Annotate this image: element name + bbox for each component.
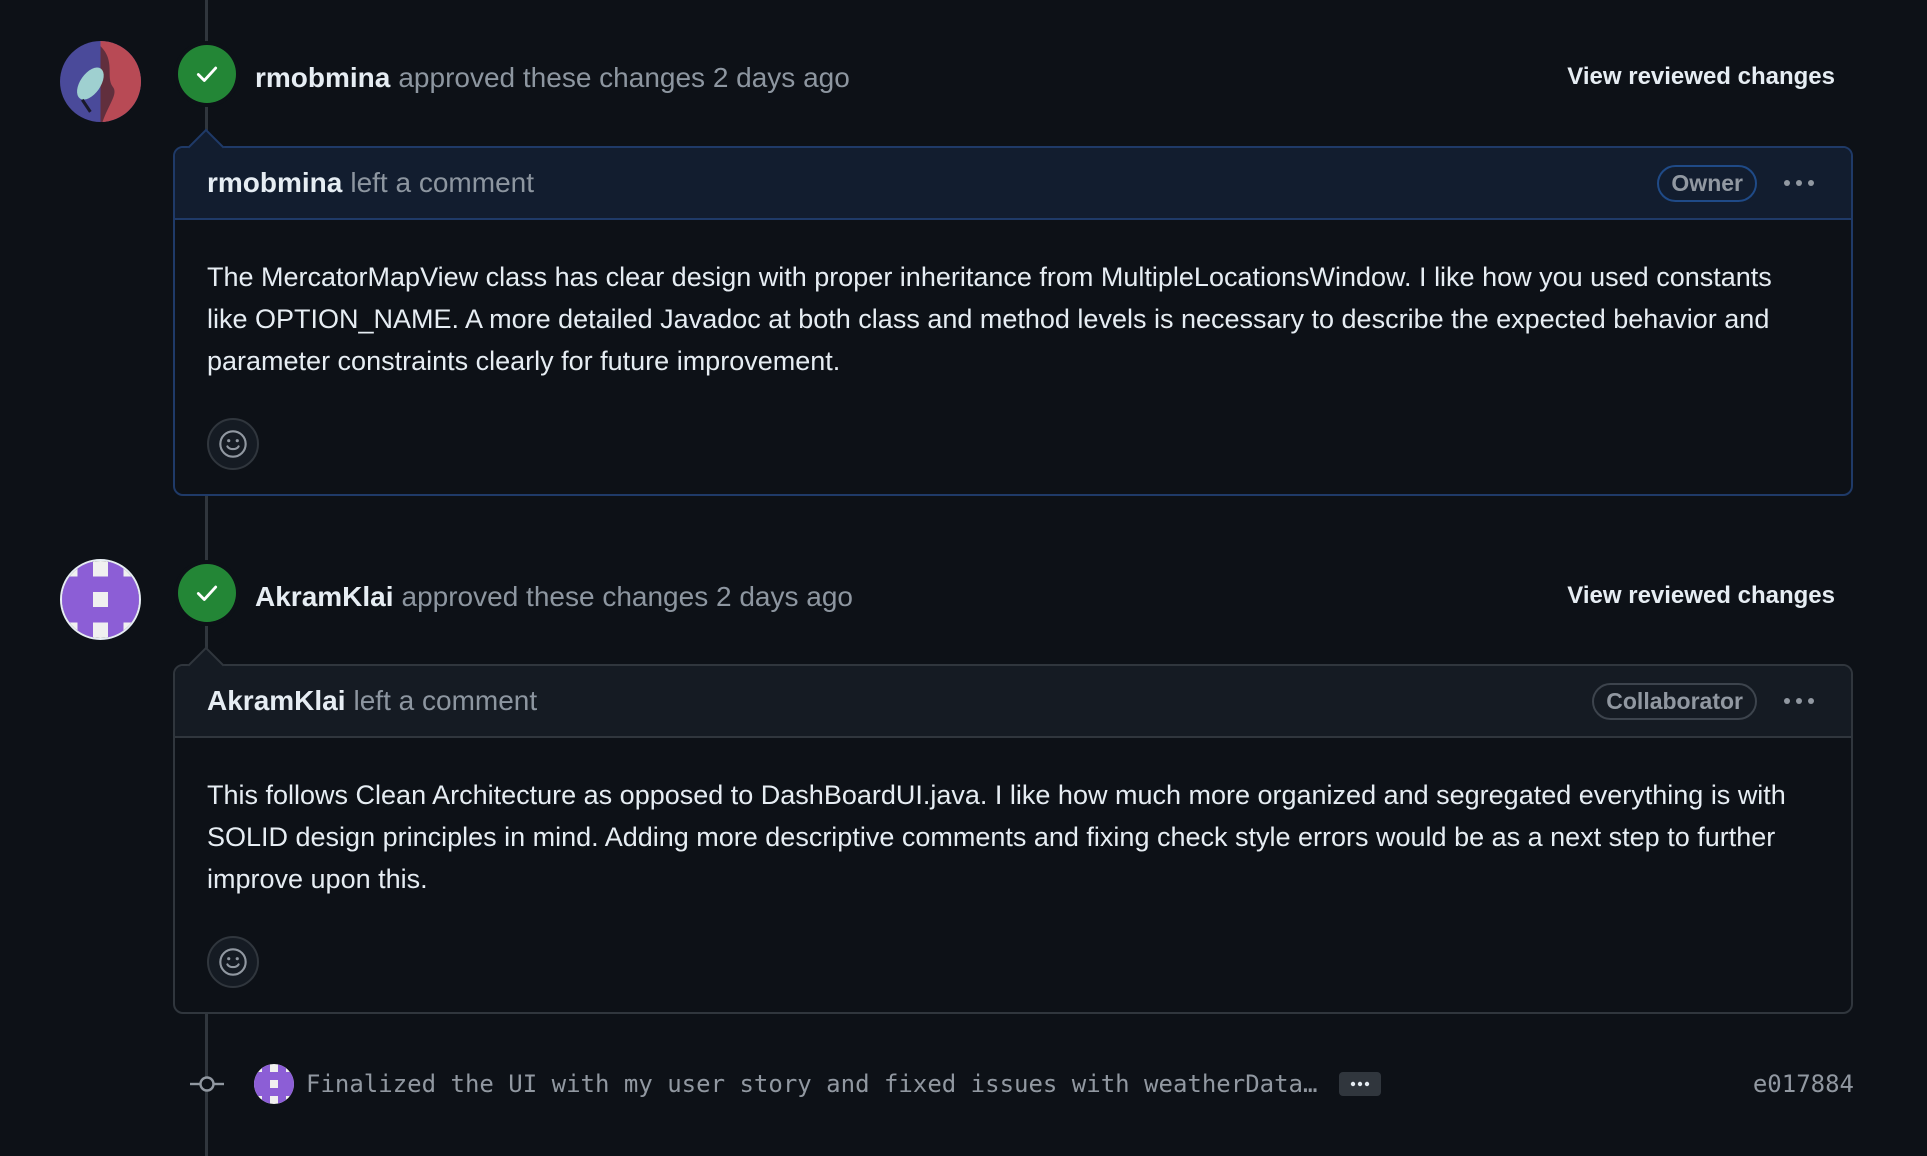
expand-commit-ellipsis-icon[interactable] — [1339, 1072, 1382, 1096]
collaborator-badge: Collaborator — [1592, 682, 1757, 720]
comment-author-link[interactable]: rmobmina — [207, 167, 342, 199]
commit-row: Finalized the UI with my user story and … — [190, 1062, 1854, 1106]
more-options-icon[interactable] — [1779, 168, 1819, 198]
comment-body: The MercatorMapView class has clear desi… — [207, 262, 1772, 376]
review-author-link[interactable]: rmobmina — [255, 62, 390, 94]
commit-message-link[interactable]: Finalized the UI with my user story and … — [306, 1070, 1317, 1098]
comment-header: AkramKlai left a comment Collaborator — [175, 666, 1851, 738]
more-options-icon[interactable] — [1779, 686, 1819, 716]
commit-author-avatar[interactable] — [254, 1064, 294, 1104]
approved-check-icon — [178, 45, 236, 103]
comment-header: rmobmina left a comment Owner — [175, 148, 1851, 220]
owner-badge: Owner — [1657, 164, 1757, 202]
git-commit-icon — [190, 1076, 224, 1092]
add-reaction-smiley-icon[interactable] — [207, 418, 259, 470]
view-reviewed-changes-button[interactable]: View reviewed changes — [1567, 582, 1835, 610]
comment-body: This follows Clean Architecture as oppos… — [207, 780, 1786, 894]
commit-sha-link[interactable]: e017884 — [1753, 1070, 1854, 1098]
review-author-link[interactable]: AkramKlai — [255, 581, 394, 613]
review-action-text: approved these changes 2 days ago — [401, 581, 853, 612]
comment-action-text: left a comment — [353, 685, 538, 716]
comment-action-text: left a comment — [350, 167, 534, 198]
avatar-rmobmina[interactable] — [60, 41, 141, 122]
review-action-text: approved these changes 2 days ago — [398, 62, 850, 93]
review-event-line: AkramKlai approved these changes 2 days … — [255, 577, 853, 617]
pr-timeline: rmobmina approved these changes 2 days a… — [0, 0, 1927, 1156]
add-reaction-smiley-icon[interactable] — [207, 936, 259, 988]
comment-author-link[interactable]: AkramKlai — [207, 685, 346, 717]
approved-check-icon — [178, 564, 236, 622]
view-reviewed-changes-button[interactable]: View reviewed changes — [1567, 63, 1835, 91]
avatar-akramklai[interactable] — [60, 559, 141, 640]
review-comment-box: rmobmina left a comment Owner The Mercat… — [173, 128, 1853, 496]
review-comment-box: AkramKlai left a comment Collaborator Th… — [173, 646, 1853, 1014]
review-event-line: rmobmina approved these changes 2 days a… — [255, 58, 850, 98]
